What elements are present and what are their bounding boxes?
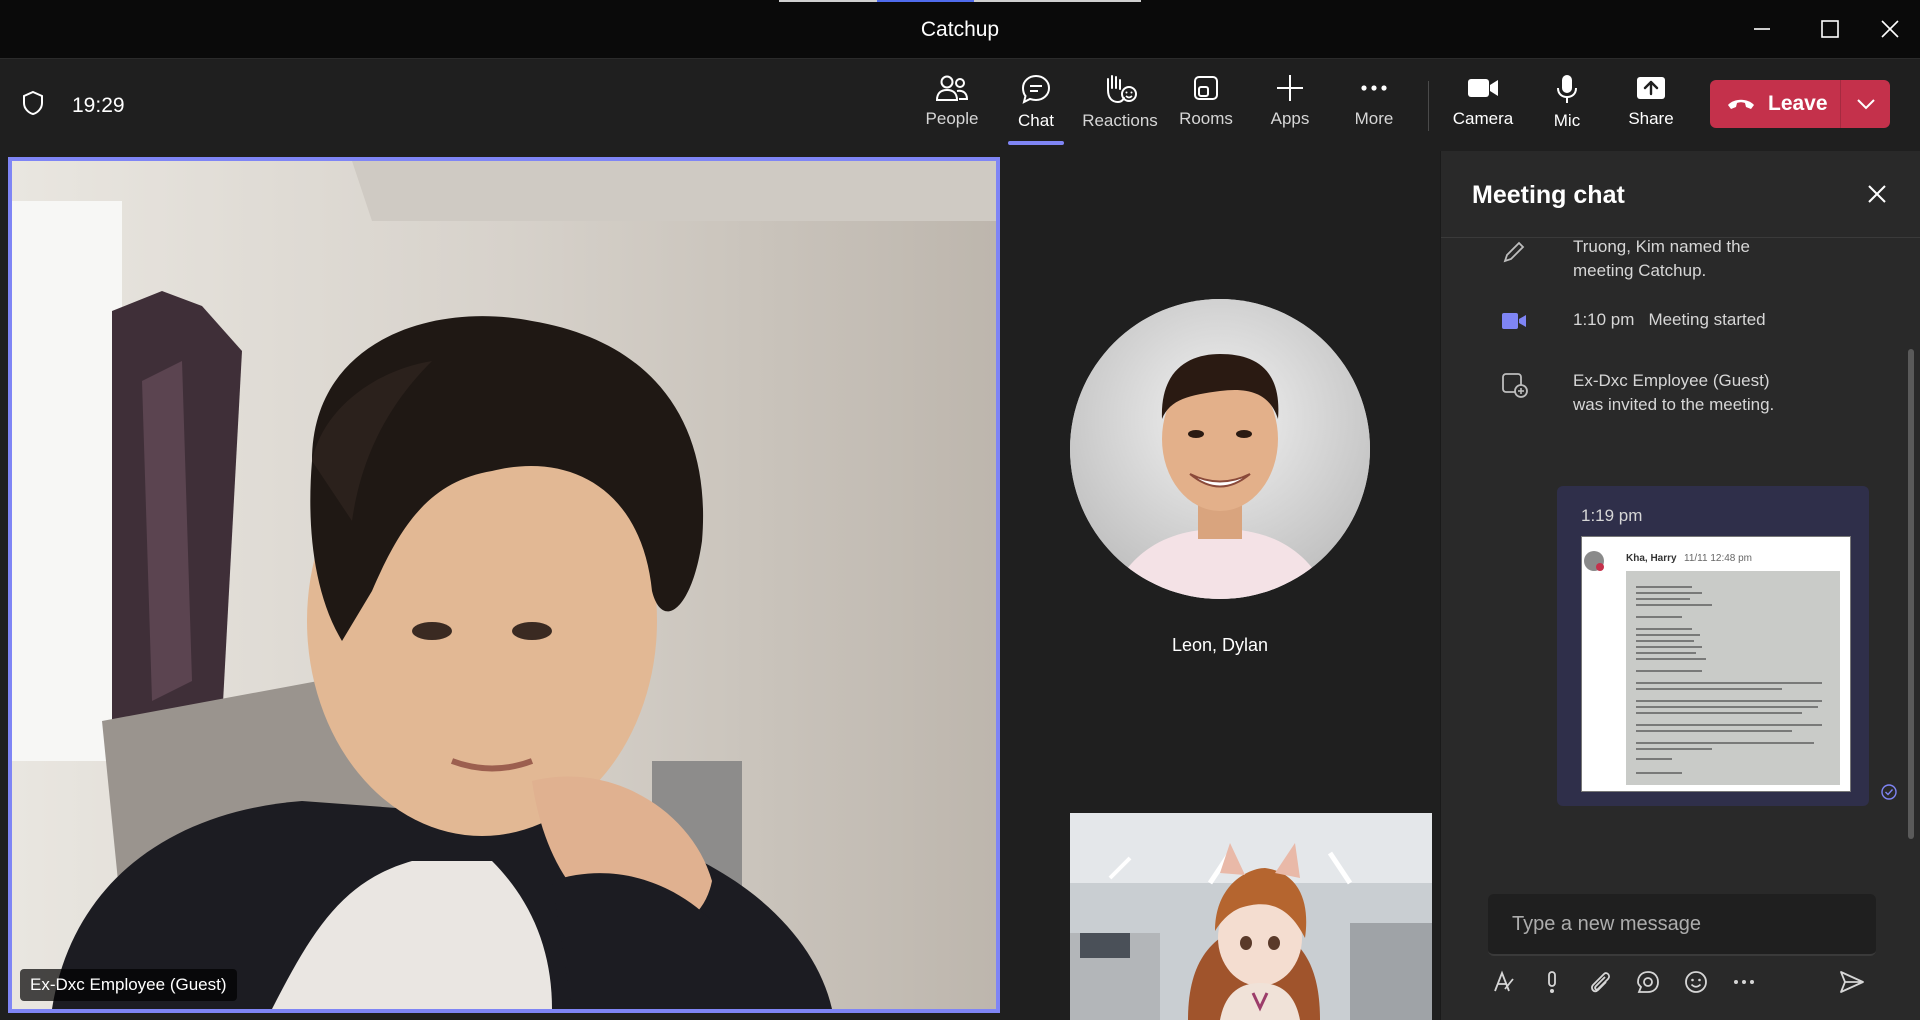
reactions-button[interactable]: Reactions (1078, 73, 1162, 141)
toolbar-divider (1428, 81, 1429, 131)
message-composer (1488, 894, 1876, 956)
pencil-icon (1503, 241, 1525, 263)
active-tab-indicator (1008, 141, 1064, 145)
share-button[interactable]: Share (1609, 73, 1693, 141)
people-button[interactable]: People (910, 73, 994, 141)
leave-button-group: Leave (1710, 80, 1890, 128)
raise-hand-icon (1107, 75, 1137, 104)
loading-progress-fill (876, 0, 975, 2)
loading-progress (779, 0, 1141, 2)
people-label: People (925, 109, 979, 128)
title-bar: Catchup (0, 0, 1920, 59)
meeting-toolbar: 19:29 People Chat Reactions Rooms Apps M… (0, 59, 1920, 151)
rooms-button[interactable]: Rooms (1164, 73, 1248, 141)
close-chat-icon[interactable] (1862, 179, 1892, 209)
meeting-stage: Ex-Dxc Employee (Guest) Leon, Dylan (0, 151, 1440, 1020)
thumbnail-timestamp: 11/11 12:48 pm (1684, 553, 1753, 564)
mic-label: Mic (1553, 111, 1581, 130)
composer-more-icon[interactable] (1728, 966, 1760, 998)
chat-event-rename: Truong, Kim named the meeting Catchup. (1501, 235, 1871, 295)
reactions-label: Reactions (1082, 111, 1158, 130)
participant-avatar[interactable] (1070, 299, 1370, 599)
chat-label: Chat (1018, 111, 1054, 130)
chat-panel-title: Meeting chat (1472, 181, 1625, 209)
chat-event-label: Meeting started (1648, 310, 1766, 329)
participant-video-image (12, 161, 996, 1009)
window-title: Catchup (920, 18, 1000, 41)
more-icon (1361, 85, 1387, 91)
chat-scrollbar[interactable] (1908, 349, 1914, 839)
apps-button[interactable]: Apps (1248, 73, 1332, 141)
screenshot-thumbnail (1582, 537, 1850, 791)
camera-label: Camera (1452, 109, 1514, 128)
emoji-icon[interactable] (1680, 966, 1712, 998)
more-label: More (1354, 109, 1394, 128)
shield-icon (22, 90, 44, 121)
chat-event-meeting-started: 1:10 pm Meeting started (1501, 308, 1871, 338)
leave-label: Leave (1768, 92, 1828, 115)
message-timestamp: 1:19 pm (1581, 506, 1643, 525)
mic-icon (1557, 75, 1577, 103)
read-receipt-icon (1881, 784, 1897, 805)
avatar-participant-name: Leon, Dylan (1171, 635, 1269, 655)
video-camera-icon (1502, 313, 1526, 329)
chat-event-text: Ex-Dxc Employee (Guest) was invited to t… (1573, 371, 1775, 414)
chat-icon (1021, 74, 1051, 104)
more-button[interactable]: More (1332, 73, 1416, 141)
important-icon[interactable] (1536, 966, 1568, 998)
meeting-timer: 19:29 (72, 94, 125, 117)
people-icon (935, 75, 969, 101)
maximize-icon[interactable] (1810, 12, 1850, 46)
rooms-label: Rooms (1179, 109, 1233, 128)
self-view-video[interactable] (1070, 813, 1432, 1020)
thumbnail-author: Kha, Harry (1626, 553, 1677, 564)
self-view-image (1070, 813, 1432, 1020)
chat-event-text: 1:10 pm Meeting started (1573, 308, 1873, 332)
mic-button[interactable]: Mic (1525, 73, 1609, 141)
avatar-image (1070, 299, 1370, 599)
loop-icon[interactable] (1632, 966, 1664, 998)
chat-event-invited: Ex-Dxc Employee (Guest) was invited to t… (1501, 369, 1871, 449)
chevron-down-icon (1856, 99, 1875, 110)
chat-event-text: Truong, Kim named the meeting Catchup. (1573, 237, 1751, 280)
leave-button[interactable]: Leave (1710, 80, 1840, 128)
chat-message[interactable]: 1:19 pm Kha, Harry 11/11 12:48 pm (1557, 486, 1869, 806)
camera-button[interactable]: Camera (1441, 73, 1525, 141)
apps-label: Apps (1270, 109, 1310, 128)
meeting-chat-panel: Meeting chat Truong, Kim named the meeti… (1440, 151, 1920, 1020)
share-icon (1637, 77, 1665, 99)
rooms-icon (1194, 76, 1218, 100)
plus-icon (1277, 75, 1303, 101)
minimize-icon[interactable] (1742, 12, 1782, 46)
attach-icon[interactable] (1584, 966, 1616, 998)
close-icon[interactable] (1870, 12, 1910, 46)
participant-name-tag: Ex-Dxc Employee (Guest) (20, 969, 237, 1001)
main-participant-video[interactable]: Ex-Dxc Employee (Guest) (8, 157, 1000, 1013)
hang-up-icon (1728, 99, 1754, 109)
leave-options-button[interactable] (1841, 98, 1890, 110)
chat-button[interactable]: Chat (994, 73, 1078, 145)
camera-icon (1468, 79, 1498, 97)
calendar-add-icon (1502, 373, 1528, 398)
chat-event-time: 1:10 pm (1573, 310, 1635, 329)
share-label: Share (1628, 109, 1674, 128)
format-icon[interactable] (1488, 966, 1520, 998)
send-icon[interactable] (1836, 966, 1868, 998)
message-image-attachment[interactable]: Kha, Harry 11/11 12:48 pm (1581, 536, 1851, 792)
message-input[interactable] (1488, 894, 1876, 954)
